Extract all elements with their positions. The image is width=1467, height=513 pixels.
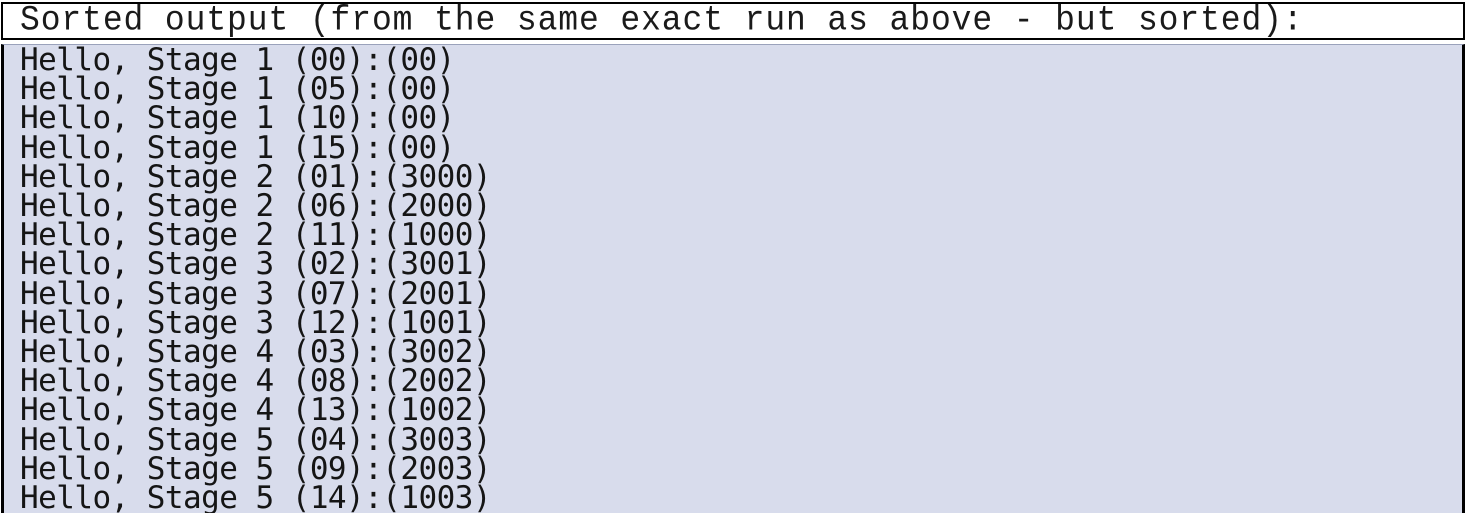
console-line-list: Hello, Stage 1 (00):(00) Hello, Stage 1 (…: [4, 45, 1462, 513]
caption-box: Sorted output (from the same exact run a…: [1, 2, 1465, 40]
console-output-panel[interactable]: Hello, Stage 1 (00):(00) Hello, Stage 1 (…: [1, 44, 1465, 513]
console-line: Hello, Stage 5 (14):(1003): [20, 480, 492, 513]
caption-text: Sorted output (from the same exact run a…: [20, 2, 1304, 40]
screenshot-root: Sorted output (from the same exact run a…: [0, 0, 1467, 513]
